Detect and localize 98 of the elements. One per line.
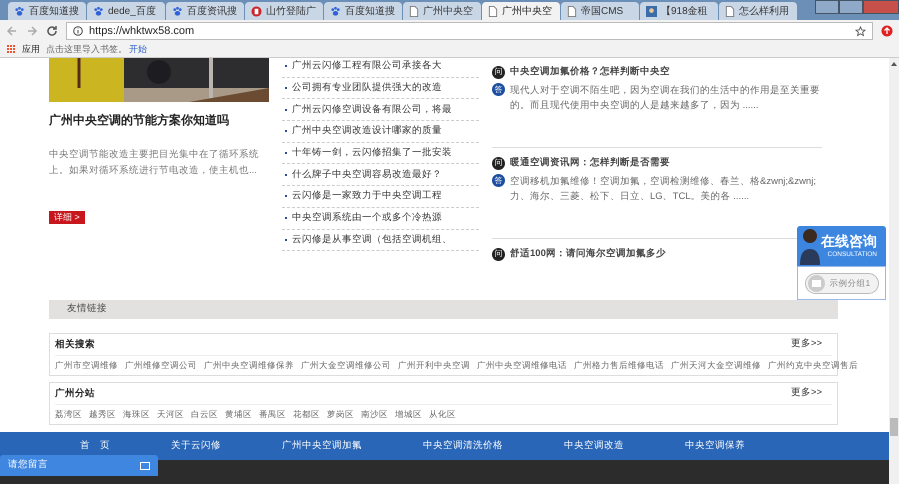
panel-link[interactable]: 广州大金空调维修公司 (301, 358, 391, 372)
panel-link[interactable]: 天河区 (157, 408, 184, 420)
news-link[interactable]: 十年铸一剑，云闪修招集了一批安装 (292, 146, 452, 160)
page-icon (567, 6, 577, 16)
answer-text: 空调移机加氟维修！空调加氟，空调检测维修、春兰、格&zwnj;&zwnj;力、海尔、三菱、松下、日立、LG、TCL。美的各 ...... (510, 175, 817, 204)
agent-figure-icon (799, 227, 821, 265)
footer-nav-link[interactable]: 中央空调保养 (685, 438, 745, 454)
browser-tab[interactable]: 【918金租 (640, 2, 718, 20)
browser-tab[interactable]: 百度知道搜 (324, 2, 402, 20)
page-icon (488, 6, 498, 16)
minimize-button[interactable] (815, 0, 839, 14)
maximize-button[interactable] (839, 0, 863, 14)
news-link[interactable]: 中央空调系统由一个或多个冷热源 (292, 211, 442, 226)
browser-tab[interactable]: 广州中央空 (403, 2, 481, 20)
browser-tab[interactable]: 百度资讯搜 (166, 2, 244, 20)
browser-tab[interactable]: 帝国CMS (561, 2, 639, 20)
question-badge: 问 (492, 156, 505, 170)
extension-icon[interactable] (881, 25, 893, 37)
apps-icon[interactable] (7, 45, 16, 54)
paw-icon (93, 6, 104, 16)
panel-link[interactable]: 越秀区 (89, 408, 116, 420)
panel-link[interactable]: 萝岗区 (327, 408, 354, 420)
paw-icon (172, 6, 183, 16)
scrollbar[interactable] (889, 58, 899, 484)
panel-link[interactable]: 广州约克中央空调售后 (768, 358, 858, 372)
panel-link[interactable]: 广州中央空调维修保养 (204, 358, 294, 372)
news-link[interactable]: 公司拥有专业团队提供强大的改造 (292, 80, 442, 96)
apps-link[interactable]: 应用 (22, 42, 40, 56)
panel-link[interactable]: 白云区 (191, 408, 218, 420)
message-box-title: 请您留言 (8, 458, 48, 472)
close-button[interactable] (863, 0, 899, 14)
news-link[interactable]: 什么牌子中央空调容易改造最好？ (292, 168, 442, 182)
news-link[interactable]: 云闪修是从事空调（包括空调机组、 (292, 232, 452, 247)
scroll-thumb[interactable] (890, 418, 898, 436)
more-link[interactable]: 更多>> (790, 334, 832, 352)
question-link[interactable]: 中央空调加氟价格？怎样判断中央空 (510, 65, 670, 80)
message-box[interactable]: 请您留言 (0, 455, 158, 476)
window-icon[interactable] (140, 462, 150, 470)
start-link[interactable]: 开始 (129, 42, 147, 56)
panel-title: 广州分站 (55, 386, 95, 401)
panel-link[interactable]: 南沙区 (361, 408, 388, 420)
panel-link[interactable]: 海珠区 (123, 408, 150, 420)
answer-badge: 答 (492, 83, 505, 96)
footer-nav-link[interactable]: 中央空调改造 (564, 438, 624, 454)
news-link[interactable]: 广州云闪修工程有限公司承接各大 (292, 59, 442, 74)
forward-icon[interactable] (26, 25, 38, 37)
news-link[interactable]: 广州云闪修空调设备有限公司，将最 (292, 102, 452, 117)
panel-link[interactable]: 增城区 (395, 408, 422, 420)
question-badge: 问 (492, 66, 505, 79)
news-link[interactable]: 云闪修是一家致力于中央空调工程 (292, 189, 442, 204)
paw-icon (330, 6, 341, 16)
browser-tab[interactable]: 广州中央空 (482, 2, 560, 20)
article-summary: 中央空调节能改造主要把目光集中在了循环系统上。如果对循环系统进行节电改造，使主机也... (49, 148, 260, 178)
browser-tab[interactable]: dede_百度 (87, 2, 165, 20)
footer-nav-link[interactable]: 首 页 (80, 438, 110, 454)
page-icon (409, 6, 419, 16)
details-button[interactable]: 详细 > (49, 211, 85, 224)
panel-link[interactable]: 番禺区 (259, 408, 286, 420)
panel-link[interactable]: 花都区 (293, 408, 320, 420)
panel-link[interactable]: 从化区 (429, 408, 456, 420)
panel-link[interactable]: 广州维修空调公司 (125, 358, 197, 372)
address-field[interactable]: https://whktwx58.com (66, 22, 873, 40)
consult-title: 在线咨询 (821, 232, 877, 250)
footer-nav-link[interactable]: 广州中央空调加氟 (282, 438, 362, 454)
browser-tab[interactable]: 怎么样利用 (719, 2, 797, 20)
scroll-up-icon[interactable] (891, 62, 897, 66)
news-link[interactable]: 广州中央空调改造设计哪家的质量 (292, 124, 442, 139)
back-icon[interactable] (6, 25, 18, 37)
panel-link[interactable]: 广州格力售后维修电话 (574, 358, 664, 372)
footer-nav-link[interactable]: 关于云闪修 (171, 438, 221, 454)
question-link[interactable]: 舒适100网：请问海尔空调加氟多少 (510, 247, 666, 262)
panel-title: 相关搜索 (55, 338, 95, 352)
logo-icon (251, 6, 262, 16)
answer-badge: 答 (492, 174, 505, 188)
article-title[interactable]: 广州中央空调的节能方案你知道吗 (49, 111, 269, 129)
question-badge: 问 (492, 248, 505, 261)
page-icon (725, 6, 735, 16)
panel-link[interactable]: 广州开利中央空调 (398, 358, 470, 372)
panel-link[interactable]: 黄埔区 (225, 408, 252, 420)
friend-links-heading: 友情链接 (67, 302, 107, 316)
paw-icon (14, 6, 25, 16)
more-link[interactable]: 更多>> (790, 383, 832, 400)
reload-icon[interactable] (46, 25, 58, 37)
info-icon (73, 26, 83, 36)
bookmark-hint: 点击这里导入书签。 (46, 42, 127, 56)
avatar-icon (646, 6, 657, 16)
panel-link[interactable]: 广州天河大金空调维修 (671, 358, 761, 372)
panel-link[interactable]: 广州市空调维修 (55, 358, 118, 372)
footer-nav-link[interactable]: 中央空调清洗价格 (423, 438, 503, 454)
star-icon[interactable] (855, 26, 866, 36)
answer-text: 现代人对于空调不陌生吧，因为空调在我们的生活中的作用是至关重要的。而且现代使用中央空调的人是越来越多了，因为 ...... (510, 84, 820, 114)
browser-tab[interactable]: 山竹登陆广 (245, 2, 323, 20)
question-link[interactable]: 暖通空调资讯网：怎样判断是否需要 (510, 156, 670, 170)
browser-tab[interactable]: 百度知道搜 (8, 2, 86, 20)
group-button[interactable]: 示例分组1 (804, 272, 878, 294)
panel-link[interactable]: 广州中央空调维修电话 (477, 358, 567, 372)
chat-icon (808, 274, 824, 292)
panel-link[interactable]: 荔湾区 (55, 408, 82, 420)
